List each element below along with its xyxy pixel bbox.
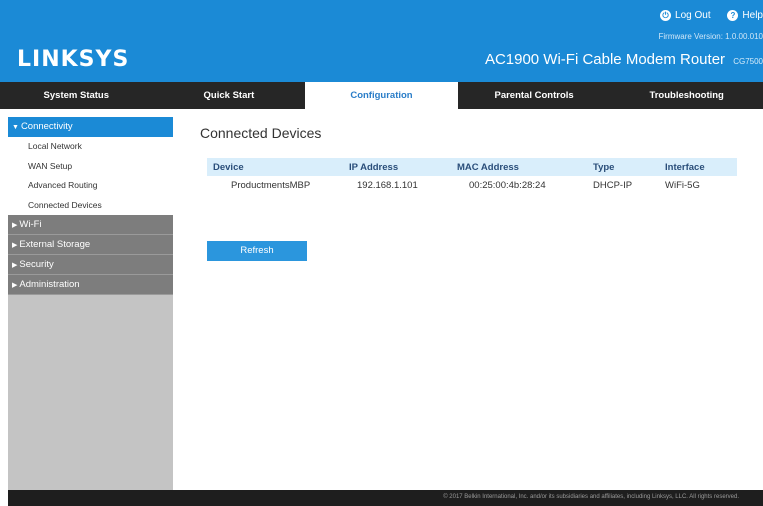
sidebar-section-label: Connectivity bbox=[20, 121, 73, 132]
sidebar-section-wifi[interactable]: ▶ Wi-Fi bbox=[8, 215, 173, 235]
logout-label: Log Out bbox=[675, 10, 711, 21]
chevron-right-icon: ▶ bbox=[12, 242, 18, 249]
sidebar-section-label: Security bbox=[19, 259, 54, 270]
cell-device-name: ProductmentsMBP bbox=[231, 179, 311, 191]
top-links: ⏻ Log Out ? Help bbox=[646, 10, 763, 21]
tab-configuration[interactable]: Configuration bbox=[305, 82, 458, 112]
connected-devices-table: Device IP Address MAC Address Type Inter… bbox=[207, 158, 737, 194]
column-header-type: Type bbox=[593, 161, 615, 173]
sidebar-section-external-storage[interactable]: ▶ External Storage bbox=[8, 235, 173, 255]
cell-type: DHCP-IP bbox=[593, 179, 633, 191]
sidebar-section-administration[interactable]: ▶ Administration bbox=[8, 275, 173, 295]
help-link[interactable]: ? Help bbox=[727, 10, 763, 21]
help-label: Help bbox=[742, 10, 763, 21]
sidebar-section-label: Administration bbox=[19, 279, 80, 290]
logout-link[interactable]: ⏻ Log Out bbox=[660, 10, 711, 21]
main-nav: System Status Quick Start Configuration … bbox=[0, 82, 763, 112]
column-header-device: Device bbox=[213, 161, 244, 173]
firmware-version: Firmware Version: 1.0.00.010 bbox=[658, 32, 763, 41]
linksys-logo: LINKSYS bbox=[17, 47, 130, 72]
model-number: CG7500 bbox=[733, 57, 763, 66]
tab-quick-start[interactable]: Quick Start bbox=[153, 82, 306, 109]
sidebar-item-advanced-routing[interactable]: Advanced Routing bbox=[8, 176, 173, 196]
table-header-row: Device IP Address MAC Address Type Inter… bbox=[207, 158, 737, 176]
tab-troubleshooting[interactable]: Troubleshooting bbox=[610, 82, 763, 109]
refresh-button[interactable]: Refresh bbox=[207, 241, 307, 261]
sidebar-section-label: Wi-Fi bbox=[19, 219, 42, 230]
tab-system-status[interactable]: System Status bbox=[0, 82, 153, 109]
chevron-right-icon: ▶ bbox=[12, 262, 18, 269]
chevron-right-icon: ▶ bbox=[12, 222, 18, 229]
cell-mac-address: 00:25:00:4b:28:24 bbox=[469, 179, 546, 191]
sidebar-submenu: Local Network WAN Setup Advanced Routing… bbox=[8, 137, 173, 215]
page-title: Connected Devices bbox=[200, 125, 322, 141]
chevron-down-icon: ▼ bbox=[12, 124, 19, 131]
chevron-right-icon: ▶ bbox=[12, 282, 18, 289]
power-icon: ⏻ bbox=[660, 10, 672, 21]
column-header-interface: Interface bbox=[665, 161, 705, 173]
tab-parental-controls[interactable]: Parental Controls bbox=[458, 82, 611, 109]
header: LINKSYS ⏻ Log Out ? Help Firmware Versio… bbox=[0, 0, 763, 82]
sidebar-section-security[interactable]: ▶ Security bbox=[8, 255, 173, 275]
sidebar-item-connected-devices[interactable]: Connected Devices bbox=[8, 196, 173, 216]
help-icon: ? bbox=[727, 10, 739, 21]
sidebar-item-wan-setup[interactable]: WAN Setup bbox=[8, 157, 173, 177]
sidebar-section-connectivity[interactable]: ▼ Connectivity bbox=[8, 117, 173, 137]
column-header-mac-address: MAC Address bbox=[457, 161, 519, 173]
column-header-ip-address: IP Address bbox=[349, 161, 399, 173]
sidebar-section-label: External Storage bbox=[19, 239, 91, 250]
product-name: AC1900 Wi-Fi Cable Modem Router CG7500 bbox=[485, 51, 763, 68]
copyright-text: © 2017 Belkin International, Inc. and/or… bbox=[443, 494, 739, 500]
sidebar: ▼ Connectivity Local Network WAN Setup Ad… bbox=[8, 117, 173, 490]
sidebar-item-local-network[interactable]: Local Network bbox=[8, 137, 173, 157]
table-row: ProductmentsMBP 192.168.1.101 00:25:00:4… bbox=[207, 176, 737, 194]
cell-interface: WiFi-5G bbox=[665, 179, 700, 191]
cell-ip-address: 192.168.1.101 bbox=[357, 179, 418, 191]
footer: © 2017 Belkin International, Inc. and/or… bbox=[8, 490, 763, 506]
product-title: AC1900 Wi-Fi Cable Modem Router bbox=[484, 51, 726, 68]
